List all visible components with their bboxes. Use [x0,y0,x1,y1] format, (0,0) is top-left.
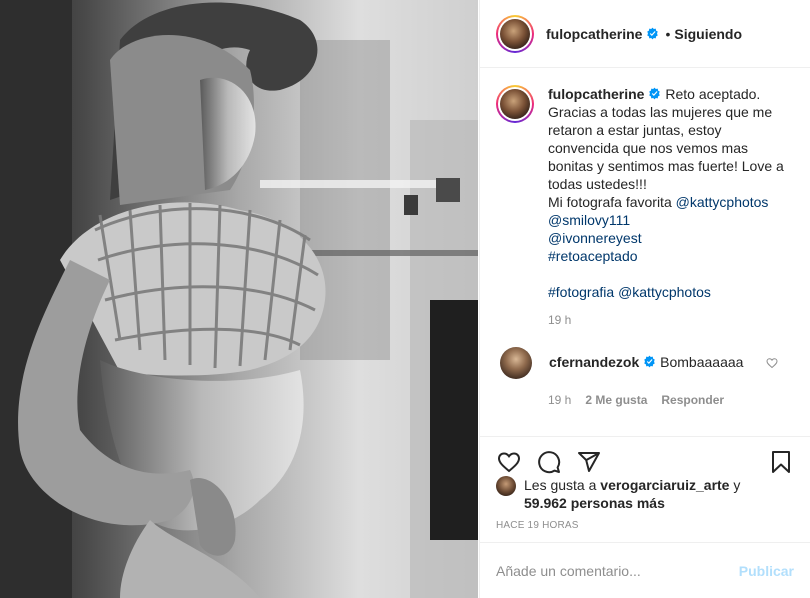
author-username[interactable]: fulopcatherine [546,26,642,42]
caption-line: todas ustedes!!! [548,176,647,192]
comment-item: cfernandezok Bombaaaaaa [496,347,794,379]
publish-button[interactable]: Publicar [739,563,794,579]
caption-line: retaron a estar juntas, estoy [548,122,722,138]
likes-conj: y [733,477,741,493]
caption-line: Reto aceptado. [665,86,761,102]
post-header: fulopcatherine • Siguiendo [480,0,810,68]
verified-badge-icon [647,27,659,40]
caption-text: fulopcatherine Reto aceptado. Gracias a … [548,85,794,301]
reply-button[interactable]: Responder [661,393,724,407]
following-button[interactable]: Siguiendo [674,26,742,42]
mention-link[interactable]: @smilovy111 [548,212,630,228]
hashtag-link[interactable]: #retoaceptado [548,248,638,264]
mention-link[interactable]: @kattycphotos [676,194,769,210]
separator-dot: • [665,25,671,42]
liker-avatar[interactable] [496,476,516,496]
comment-likes[interactable]: 2 Me gusta [585,393,647,407]
post-photo[interactable] [0,0,478,598]
comment-icon [538,450,561,473]
likes-prefix: Les gusta a [524,477,597,493]
mention-link[interactable]: @ivonnereyest [548,230,642,246]
comment-button[interactable] [536,449,562,475]
caption-author-avatar[interactable] [496,85,534,123]
comment-meta: 19 h 2 Me gusta Responder [548,393,794,407]
caption-line: Gracias a todas las mujeres que me [548,104,773,120]
add-comment-bar: Publicar [480,542,810,598]
comment-input[interactable] [496,562,739,579]
comment-text: cfernandezok Bombaaaaaa [549,353,743,379]
caption-time[interactable]: 19 h [548,313,794,327]
verified-badge-icon [644,355,655,368]
share-button[interactable] [576,449,602,475]
caption-line: bonitas y sentimos mas fuerte! Love a [548,158,784,174]
like-button[interactable] [496,449,522,475]
photo-illustration [0,0,478,598]
caption-username[interactable]: fulopcatherine [548,86,644,102]
author-avatar[interactable] [496,14,534,53]
commenter-avatar[interactable] [500,347,532,379]
caption-line: Mi fotografa favorita [548,194,672,210]
bookmark-icon [772,450,790,473]
post-timestamp[interactable]: HACE 19 HORAS [496,520,579,531]
hashtag-link[interactable]: #fotografia [548,284,614,300]
share-icon [578,451,600,472]
post-side-panel: fulopcatherine • Siguiendo fulopcatherin… [479,0,810,598]
caption-line: convencida que nos vemos mas [548,140,748,156]
commenter-username[interactable]: cfernandezok [549,354,639,370]
caption-row: fulopcatherine Reto aceptado. Gracias a … [496,85,794,301]
likes-text: Les gusta a verogarciaruiz_arte y 59.962… [524,476,740,512]
comment-like-heart-icon[interactable] [766,357,778,369]
save-button[interactable] [768,449,794,475]
verified-badge-icon [649,87,661,100]
heart-icon [497,451,521,472]
comment-body: Bombaaaaaa [660,354,744,370]
liker-username[interactable]: verogarciaruiz_arte [600,477,729,493]
comments-area[interactable]: fulopcatherine Reto aceptado. Gracias a … [480,69,810,436]
mention-link[interactable]: @kattycphotos [618,284,711,300]
comment-time[interactable]: 19 h [548,393,571,407]
likes-summary: Les gusta a verogarciaruiz_arte y 59.962… [496,476,794,512]
likes-count[interactable]: 59.962 personas más [524,495,665,511]
